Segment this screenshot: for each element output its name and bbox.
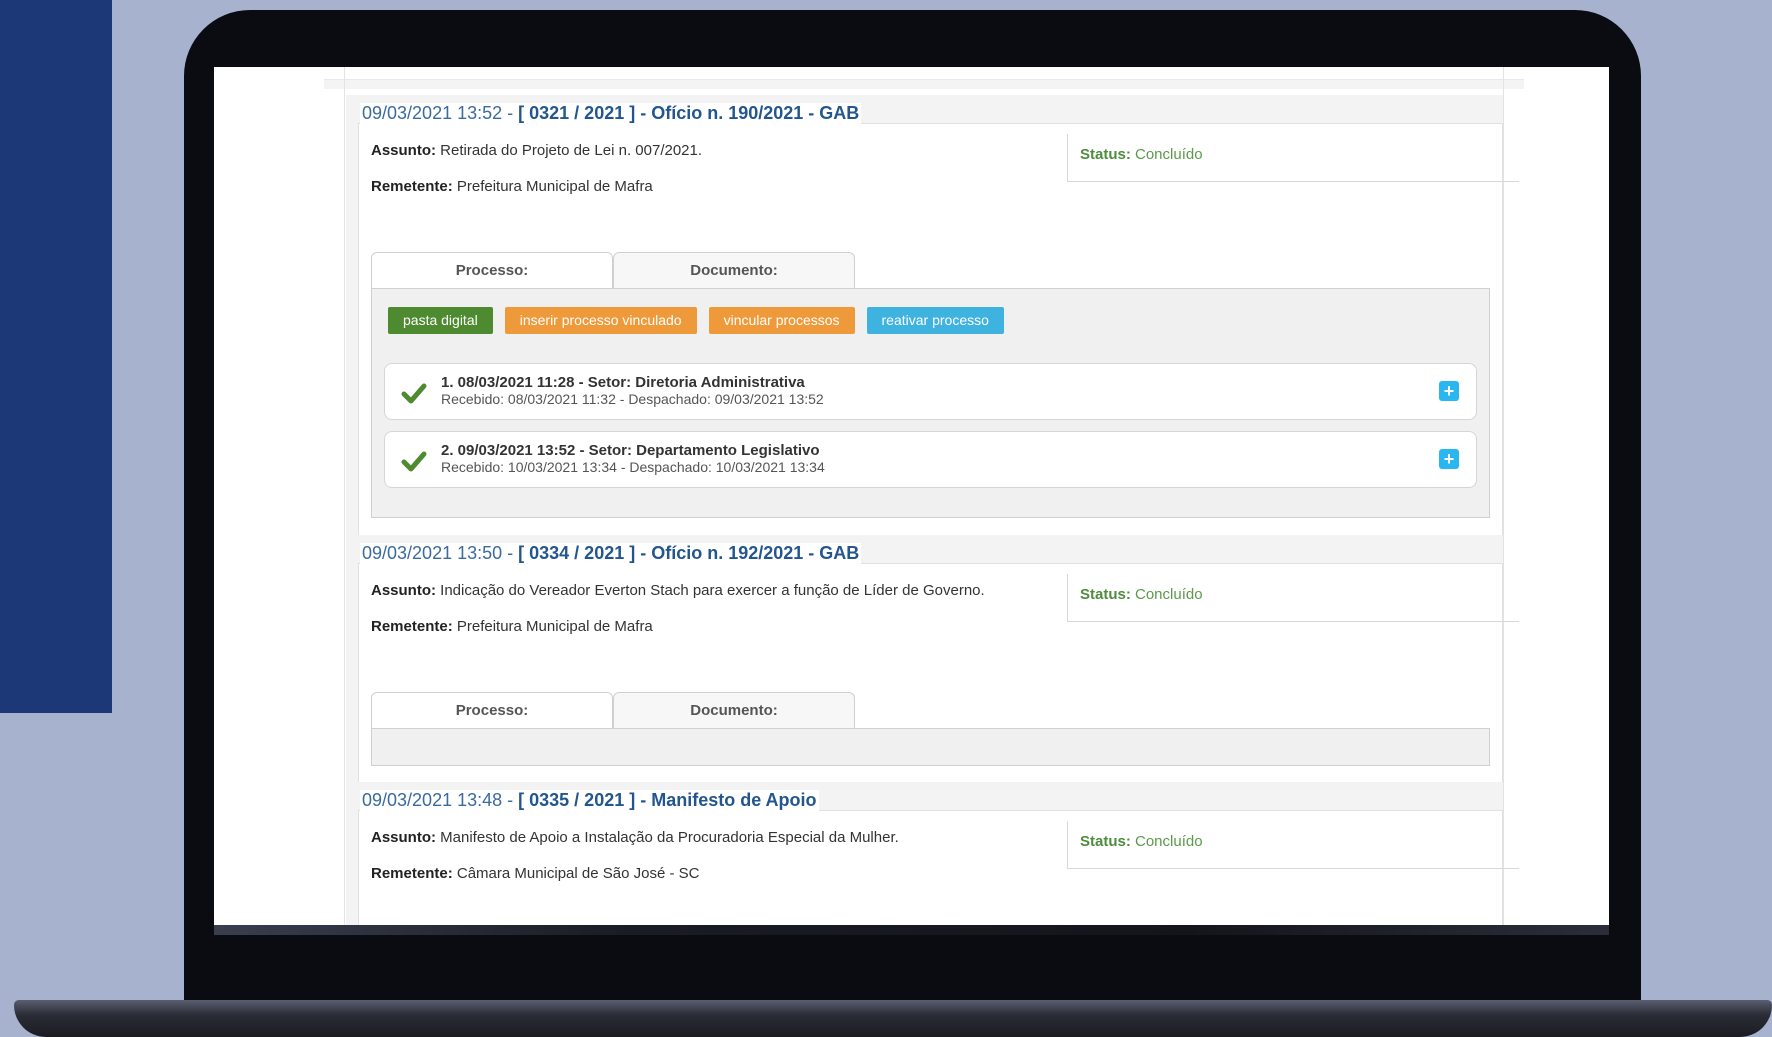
entry-timestamp: 09/03/2021 13:52 - [362,103,519,123]
vincular-processos-button[interactable]: vincular processos [708,307,855,334]
check-icon [401,383,427,404]
action-buttons: pasta digital inserir processo vinculado… [388,307,1004,334]
remetente-value: Câmara Municipal de São José - SC [452,865,700,882]
step-detail: Recebido: 10/03/2021 13:34 - Despachado:… [441,459,825,475]
timeline-step: 1. 08/03/2021 11:28 - Setor: Diretoria A… [384,363,1477,420]
status-box: Status: Concluído [1067,821,1519,869]
assunto-label: Assunto: [371,142,436,159]
status-label: Status: [1080,833,1131,850]
status-label: Status: [1080,586,1131,603]
plus-icon[interactable]: + [1439,381,1459,401]
assunto-value: Retirada do Projeto de Lei n. 007/2021. [436,142,703,159]
step-title: 1. 08/03/2021 11:28 - Setor: Diretoria A… [441,374,805,391]
entry-timestamp: 09/03/2021 13:50 - [362,543,519,563]
step-title: 2. 09/03/2021 13:52 - Setor: Departament… [441,442,820,459]
step-detail: Recebido: 08/03/2021 11:32 - Despachado:… [441,391,824,407]
check-icon [401,451,427,472]
inserir-processo-vinculado-button[interactable]: inserir processo vinculado [504,307,697,334]
status-box: Status: Concluído [1067,134,1519,182]
screen-bezel-bottom [214,925,1609,935]
tab-documento[interactable]: Documento: [613,692,855,728]
entry-box: Assunto: Manifesto de Apoio a Instalação… [358,810,1519,925]
tab-processo[interactable]: Processo: [371,252,613,288]
pasta-digital-button[interactable]: pasta digital [388,307,493,334]
status-box: Status: Concluído [1067,574,1519,622]
remetente-line: Remetente: Prefeitura Municipal de Mafra [371,178,653,195]
entry-title[interactable]: 09/03/2021 13:52 - [ 0321 / 2021 ] - Ofí… [360,103,862,124]
assunto-line: Assunto: Indicação do Vereador Everton S… [371,582,985,599]
timeline-step: 2. 09/03/2021 13:52 - Setor: Departament… [384,431,1477,488]
entry-box: Assunto: Indicação do Vereador Everton S… [358,563,1519,787]
status-value: Concluído [1130,146,1203,163]
entry-title[interactable]: 09/03/2021 13:50 - [ 0334 / 2021 ] - Ofí… [360,543,862,564]
remetente-value: Prefeitura Municipal de Mafra [452,178,653,195]
remetente-label: Remetente: [371,618,453,635]
status-value: Concluído [1130,833,1203,850]
tab-bar: Processo: Documento: [371,692,855,728]
assunto-value: Manifesto de Apoio a Instalação da Procu… [436,829,899,846]
remetente-label: Remetente: [371,178,453,195]
background-band [0,0,112,713]
assunto-line: Assunto: Manifesto de Apoio a Instalação… [371,829,899,846]
assunto-line: Assunto: Retirada do Projeto de Lei n. 0… [371,142,702,159]
entry-reference[interactable]: [ 0335 / 2021 ] - Manifesto de Apoio [518,790,816,810]
entry-reference[interactable]: [ 0321 / 2021 ] - Ofício n. 190/2021 - G… [518,103,859,123]
status-value: Concluído [1130,586,1203,603]
tab-panel [371,728,1490,766]
tab-panel: pasta digital inserir processo vinculado… [371,288,1490,518]
entry-box: Assunto: Retirada do Projeto de Lei n. 0… [358,123,1519,539]
process-entry: Assunto: Indicação do Vereador Everton S… [346,535,1519,787]
laptop-base [14,1000,1772,1037]
remetente-value: Prefeitura Municipal de Mafra [452,618,653,635]
entry-reference[interactable]: [ 0334 / 2021 ] - Ofício n. 192/2021 - G… [518,543,859,563]
tab-documento[interactable]: Documento: [613,252,855,288]
reativar-processo-button[interactable]: reativar processo [866,307,1004,334]
tab-processo[interactable]: Processo: [371,692,613,728]
status-label: Status: [1080,146,1131,163]
entry-title[interactable]: 09/03/2021 13:48 - [ 0335 / 2021 ] - Man… [360,790,819,811]
assunto-label: Assunto: [371,582,436,599]
assunto-label: Assunto: [371,829,436,846]
entry-timestamp: 09/03/2021 13:48 - [362,790,519,810]
remetente-line: Remetente: Prefeitura Municipal de Mafra [371,618,653,635]
process-entry: Assunto: Manifesto de Apoio a Instalação… [346,782,1519,925]
screen: Assunto: Retirada do Projeto de Lei n. 0… [214,67,1609,925]
process-entry: Assunto: Retirada do Projeto de Lei n. 0… [346,95,1519,539]
tab-bar: Processo: Documento: [371,252,855,288]
remetente-label: Remetente: [371,865,453,882]
remetente-line: Remetente: Câmara Municipal de São José … [371,865,699,882]
assunto-value: Indicação do Vereador Everton Stach para… [436,582,985,599]
plus-icon[interactable]: + [1439,449,1459,469]
